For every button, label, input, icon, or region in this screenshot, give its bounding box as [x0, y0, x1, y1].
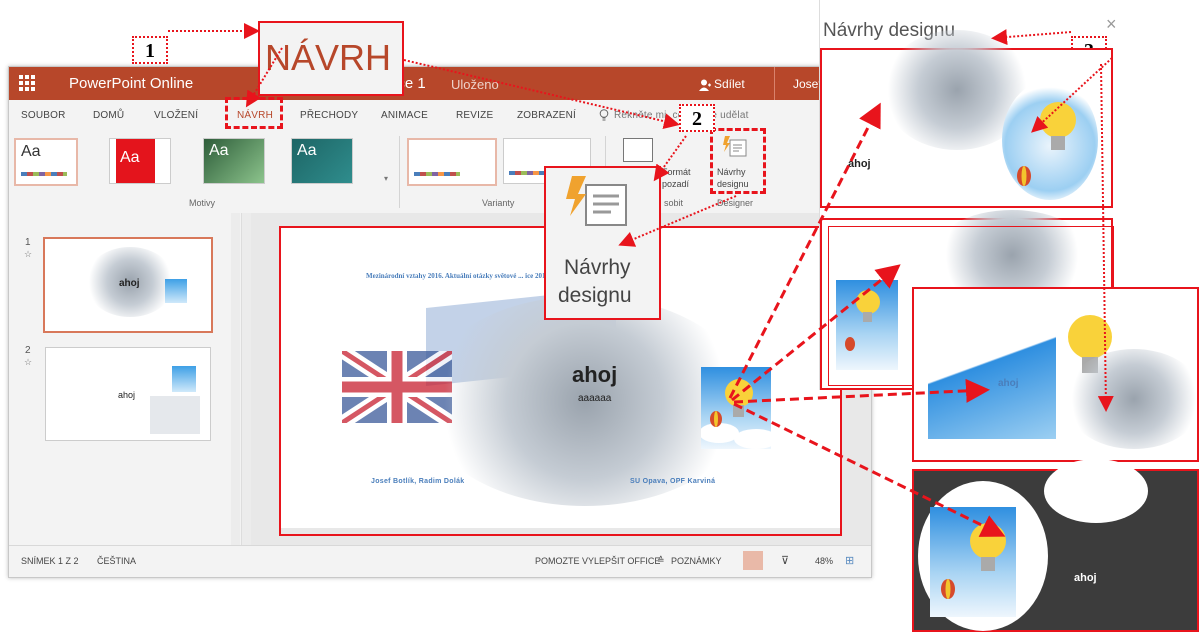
annotation-arrows: [168, 23, 1114, 537]
